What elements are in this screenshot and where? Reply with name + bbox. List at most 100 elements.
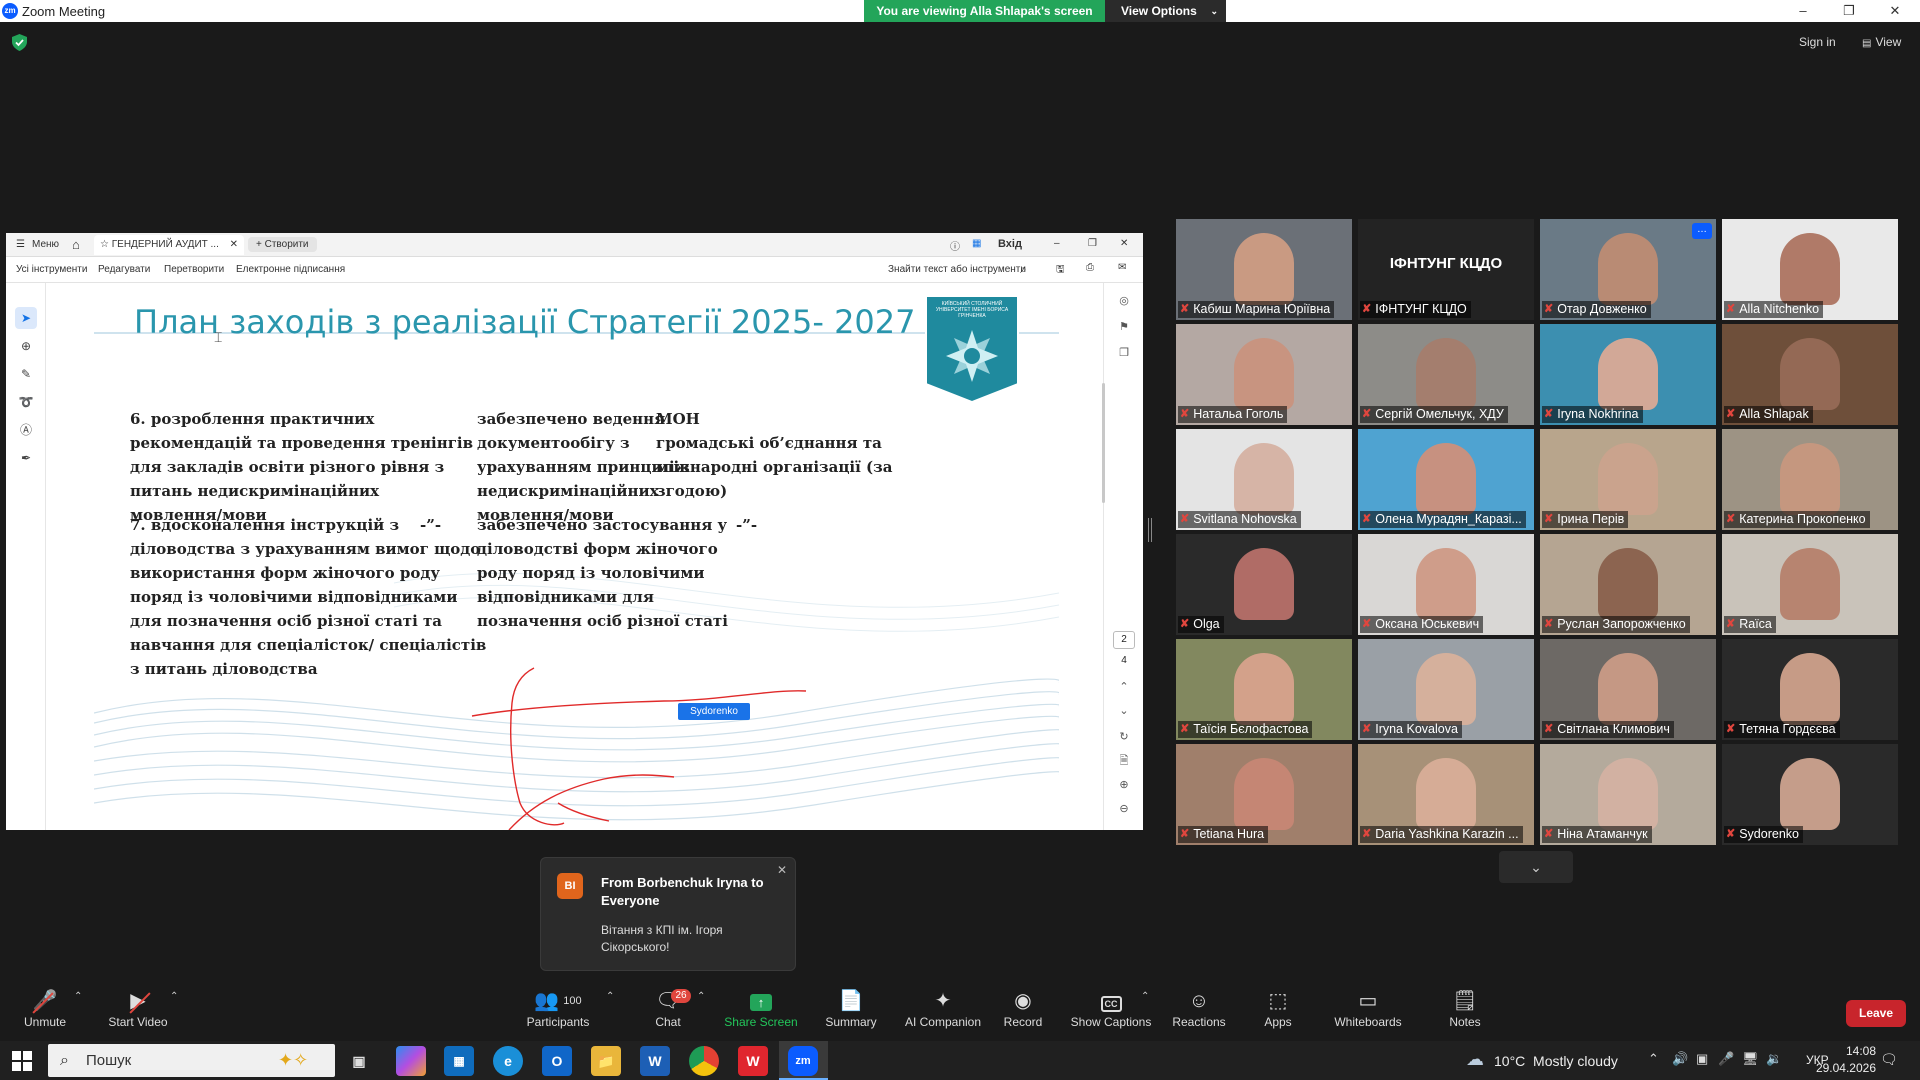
page-down-icon[interactable]: ⌄ xyxy=(1113,701,1135,721)
edge-browser-icon[interactable]: e xyxy=(493,1046,523,1076)
comment-panel-icon[interactable]: ◎ xyxy=(1113,291,1135,311)
participant-tile[interactable]: ✘ Sydorenko xyxy=(1722,744,1898,845)
print-icon[interactable]: ⎙ xyxy=(1086,262,1094,273)
participant-tile[interactable]: ✘ Alla Nitchenko xyxy=(1722,219,1898,320)
captions-chevron-icon[interactable]: ⌃ xyxy=(1141,991,1149,1002)
participant-tile[interactable]: ✘ Daria Yashkina Karazin ... xyxy=(1358,744,1534,845)
participant-tile[interactable]: ✘ Alla Shlapak xyxy=(1722,324,1898,425)
tray-overflow-chevron-icon[interactable]: ⌃ xyxy=(1648,1051,1659,1067)
participant-tile[interactable]: ✘ Сергій Омельчук, ХДУ xyxy=(1358,324,1534,425)
mail-icon[interactable]: ✉ xyxy=(1118,262,1126,273)
menu-convert[interactable]: Перетворити xyxy=(164,264,224,275)
participant-tile[interactable]: ✘ Таїсія Бєлофастова xyxy=(1176,639,1352,740)
zoom-in-icon[interactable]: ⊕ xyxy=(1113,775,1135,795)
help-icon[interactable]: ⓘ xyxy=(950,238,960,253)
lasso-tool-icon[interactable]: ➰ xyxy=(15,391,37,413)
acrobat-menu-label[interactable]: Меню xyxy=(32,239,59,250)
view-button[interactable]: ▤ View xyxy=(1862,35,1901,49)
current-page-field[interactable]: 2 xyxy=(1113,631,1135,649)
restore-icon[interactable]: ❐ xyxy=(1826,0,1872,22)
zoom-tool-icon[interactable]: ⊕ xyxy=(15,335,37,357)
participant-tile[interactable]: ✘ Оксана Юськевич xyxy=(1358,534,1534,635)
wps-office-icon[interactable]: W xyxy=(738,1046,768,1076)
outlook-icon[interactable]: O xyxy=(542,1046,572,1076)
volume-icon[interactable]: 🔊 xyxy=(1672,1051,1688,1067)
panel-resize-handle[interactable] xyxy=(1148,518,1152,542)
bookmark-panel-icon[interactable]: ⚑ xyxy=(1113,317,1135,337)
sign-in-button[interactable]: Sign in xyxy=(1799,35,1836,49)
record-button[interactable]: ◉ Record xyxy=(978,987,1068,1029)
search-icon[interactable]: ⌕ xyxy=(1020,262,1027,277)
login-button[interactable]: Вхід xyxy=(998,238,1022,250)
notification-center-icon[interactable]: 🗨 xyxy=(1880,1051,1898,1068)
whiteboards-button[interactable]: ▭ Whiteboards xyxy=(1323,987,1413,1029)
apps-button[interactable]: ⬚ Apps xyxy=(1233,987,1323,1029)
shared-screen[interactable]: ☰ Меню ⌂ ☆ ГЕНДЕРНИЙ АУДИТ ... ✕ + Створи… xyxy=(6,233,1143,830)
microphone-tray-icon[interactable]: 🎤 xyxy=(1718,1051,1734,1067)
acro-minimize-icon[interactable]: – xyxy=(1054,238,1060,249)
weather-text[interactable]: 10°C Mostly cloudy xyxy=(1494,1053,1618,1069)
reactions-button[interactable]: ☺ Reactions xyxy=(1154,987,1244,1029)
minimize-icon[interactable]: – xyxy=(1780,0,1826,22)
participant-tile[interactable]: ✘ Кабиш Марина Юріївна xyxy=(1176,219,1352,320)
participant-tile[interactable]: ✘ Світлана Климович xyxy=(1540,639,1716,740)
participant-tile[interactable]: ✘ Катерина Прокопенко xyxy=(1722,429,1898,530)
encryption-shield-icon[interactable] xyxy=(12,34,27,51)
notes-button[interactable]: 🗒 Notes xyxy=(1420,987,1510,1029)
page-up-icon[interactable]: ⌃ xyxy=(1113,677,1135,697)
rotate-icon[interactable]: ↻ xyxy=(1113,727,1135,747)
participant-tile[interactable]: ✘ Натальа Гоголь xyxy=(1176,324,1352,425)
chat-notification[interactable]: BI From Borbenchuk Iryna to Everyone Віт… xyxy=(540,857,796,971)
share-screen-button[interactable]: ↑ Share Screen xyxy=(716,987,806,1029)
leave-button[interactable]: Leave xyxy=(1846,1000,1906,1027)
participant-tile[interactable]: ✘ Отар Довженко… xyxy=(1540,219,1716,320)
speaker-icon[interactable]: 🔉 xyxy=(1766,1051,1782,1067)
doc-scrollbar[interactable] xyxy=(1102,383,1105,503)
find-tools-input[interactable]: Знайти текст або інструменти xyxy=(888,264,1026,275)
participant-tile[interactable]: ✘ Ніна Атаманчук xyxy=(1540,744,1716,845)
participant-tile[interactable]: ІФНТУНГ КЦДО ✘ ІФНТУНГ КЦДО xyxy=(1358,219,1534,320)
view-options-button[interactable]: View Options ⌄ xyxy=(1105,0,1226,22)
network-icon[interactable]: 🖥 xyxy=(1742,1051,1759,1067)
participant-tile[interactable]: ✘ Svitlana Nohovska xyxy=(1176,429,1352,530)
microsoft-store-icon[interactable]: ▦ xyxy=(444,1046,474,1076)
participant-tile[interactable]: ✘ Tetiana Hura xyxy=(1176,744,1352,845)
save-icon[interactable]: 🖫 xyxy=(1056,262,1065,279)
participant-tile[interactable]: ✘ Ірина Перів xyxy=(1540,429,1716,530)
menu-esign[interactable]: Електронне підписання xyxy=(236,264,345,275)
extract-page-icon[interactable]: 🗎 xyxy=(1113,751,1135,771)
participant-tile[interactable]: ✘ Iryna Nokhrina xyxy=(1540,324,1716,425)
zoom-taskbar-item[interactable]: zm xyxy=(779,1041,828,1080)
participant-tile[interactable]: ✘ Olga xyxy=(1176,534,1352,635)
summary-button[interactable]: 📄 Summary xyxy=(806,987,896,1029)
camera-tray-icon[interactable]: ▣ xyxy=(1696,1051,1708,1067)
participant-tile[interactable]: ✘ Iryna Kovalova xyxy=(1358,639,1534,740)
taskbar-search-input[interactable]: ⌕ Пошук ✦✧ xyxy=(48,1044,335,1077)
text-tool-icon[interactable]: Ⓐ xyxy=(15,419,37,441)
participant-tile[interactable]: ✘ Raїca xyxy=(1722,534,1898,635)
word-icon[interactable]: W xyxy=(640,1046,670,1076)
home-icon[interactable]: ⌂ xyxy=(72,237,80,252)
participants-button[interactable]: 👥 100 Participants xyxy=(513,987,603,1029)
participants-chevron-icon[interactable]: ⌃ xyxy=(606,991,614,1002)
acro-restore-icon[interactable]: ❐ xyxy=(1088,238,1097,249)
video-options-chevron-icon[interactable]: ⌃ xyxy=(170,991,178,1002)
audio-options-chevron-icon[interactable]: ⌃ xyxy=(74,991,82,1002)
document-tab[interactable]: ☆ ГЕНДЕРНИЙ АУДИТ ... ✕ xyxy=(94,235,244,255)
hamburger-menu-icon[interactable]: ☰ xyxy=(16,239,25,250)
apps-grid-icon[interactable]: ▦ xyxy=(972,238,981,249)
acro-close-icon[interactable]: ✕ xyxy=(1120,238,1128,249)
participant-tile[interactable]: ✘ Олена Мурадян_Каразі... xyxy=(1358,429,1534,530)
file-explorer-icon[interactable]: 📁 xyxy=(591,1046,621,1076)
sign-tool-icon[interactable]: ✒ xyxy=(15,447,37,469)
toast-close-icon[interactable]: ✕ xyxy=(777,863,787,877)
system-clock[interactable]: 14:08 29.04.2026 xyxy=(1786,1043,1876,1077)
select-tool-icon[interactable]: ➤ xyxy=(15,307,37,329)
task-view-icon[interactable]: ▣ xyxy=(344,1046,374,1076)
close-icon[interactable]: ✕ xyxy=(1872,0,1918,22)
gallery-next-page-icon[interactable]: ⌄ xyxy=(1499,851,1573,883)
windows-start-icon[interactable] xyxy=(12,1051,32,1071)
zoom-out-icon[interactable]: ⊖ xyxy=(1113,799,1135,819)
tab-close-icon[interactable]: ✕ xyxy=(230,239,238,250)
more-options-icon[interactable]: … xyxy=(1692,223,1712,239)
